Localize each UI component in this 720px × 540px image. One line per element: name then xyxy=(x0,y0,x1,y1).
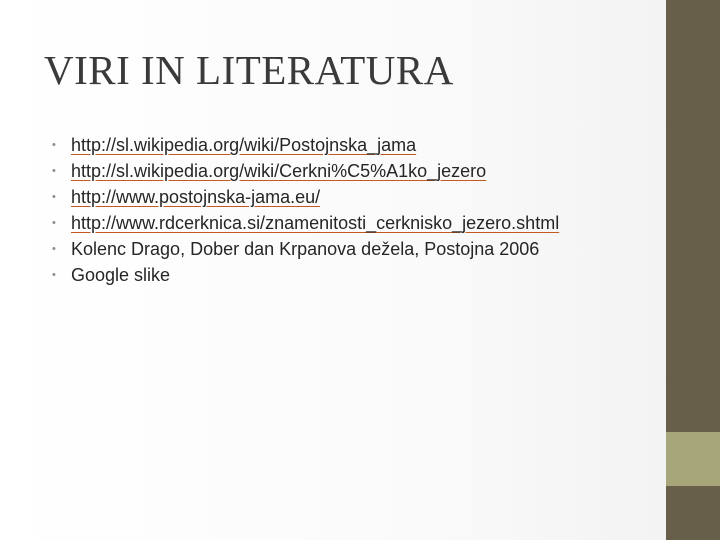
source-text-book: Kolenc Drago, Dober dan Krpanova dežela,… xyxy=(71,239,540,259)
bullet-icon: • xyxy=(52,139,56,151)
bullet-icon: • xyxy=(52,165,56,177)
list-item: • http://sl.wikipedia.org/wiki/Cerkni%C5… xyxy=(52,158,627,184)
source-link-postojnska-jama-eu[interactable]: http://www.postojnska-jama.eu/ xyxy=(71,187,320,207)
source-link-postojnska-jama[interactable]: http://sl.wikipedia.org/wiki/Postojnska_… xyxy=(71,135,416,155)
slide-title: VIRI IN LITERATURA xyxy=(44,47,454,93)
source-link-cerknisko-jezero[interactable]: http://sl.wikipedia.org/wiki/Cerkni%C5%A… xyxy=(71,161,486,181)
source-text-google-images: Google slike xyxy=(71,265,171,285)
slide: VIRI IN LITERATURA • http://sl.wikipedia… xyxy=(0,0,720,540)
list-item: • Kolenc Drago, Dober dan Krpanova dežel… xyxy=(52,236,627,262)
source-list: • http://sl.wikipedia.org/wiki/Postojnsk… xyxy=(52,132,627,288)
list-item: • Google slike xyxy=(52,262,627,288)
sidebar-decoration-bottom xyxy=(666,486,720,540)
list-item: • http://www.postojnska-jama.eu/ xyxy=(52,184,627,210)
bullet-icon: • xyxy=(52,191,56,203)
list-item: • http://sl.wikipedia.org/wiki/Postojnsk… xyxy=(52,132,627,158)
list-item: • http://www.rdcerknica.si/znamenitosti_… xyxy=(52,210,627,236)
sidebar-decoration-accent xyxy=(666,432,720,486)
source-link-rdcerknica[interactable]: http://www.rdcerknica.si/znamenitosti_ce… xyxy=(71,213,559,233)
bullet-icon: • xyxy=(52,217,56,229)
sidebar-decoration-top xyxy=(666,0,720,432)
bullet-icon: • xyxy=(52,243,56,255)
bullet-icon: • xyxy=(52,269,56,281)
